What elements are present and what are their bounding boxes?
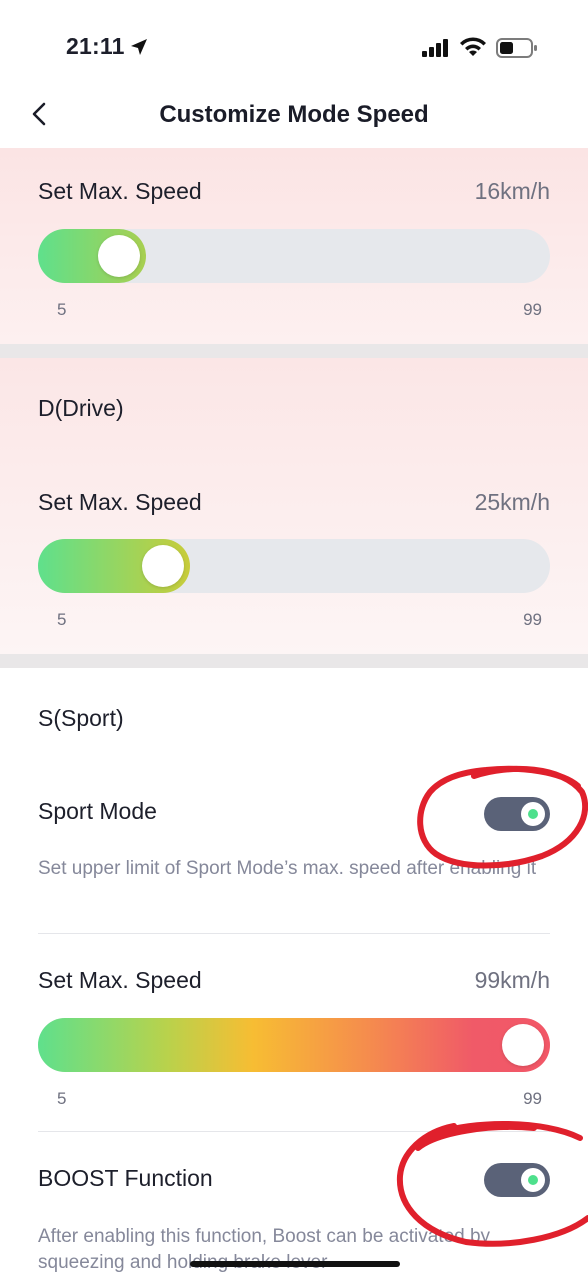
set-max-speed-label: Set Max. Speed (38, 178, 202, 204)
row-divider (38, 933, 550, 934)
slider-min-label: 5 (57, 610, 67, 629)
status-bar: 21:11 (0, 0, 588, 90)
cellular-signal-icon (422, 39, 448, 57)
section-divider (0, 654, 588, 668)
max-speed-value: 16km/h (474, 178, 550, 204)
drive-speed-slider[interactable] (38, 539, 550, 593)
row-divider (38, 1131, 550, 1132)
slider-min-label: 5 (57, 1089, 67, 1108)
page-title: Customize Mode Speed (159, 101, 429, 128)
slider-fill (38, 1018, 550, 1072)
location-arrow-icon (131, 39, 147, 55)
max-speed-section: Set Max. Speed 16km/h 5 99 (0, 148, 588, 344)
sport-title: S(Sport) (38, 705, 124, 731)
toggle-knob (521, 802, 545, 826)
drive-max-speed-value: 25km/h (474, 489, 550, 515)
sport-mode-label: Sport Mode (38, 798, 157, 824)
status-time: 21:11 (66, 33, 125, 59)
wifi-icon (460, 37, 486, 56)
sport-max-speed-value: 99km/h (474, 967, 550, 993)
battery-icon (496, 38, 537, 58)
slider-thumb[interactable] (502, 1024, 544, 1066)
sport-mode-toggle[interactable] (484, 797, 550, 831)
nav-bar: Customize Mode Speed (0, 90, 588, 148)
drive-max-speed-label: Set Max. Speed (38, 489, 202, 515)
section-divider (0, 344, 588, 358)
boost-function-label: BOOST Function (38, 1165, 213, 1191)
home-indicator (190, 1261, 400, 1267)
sport-speed-slider[interactable] (38, 1018, 550, 1072)
slider-thumb[interactable] (142, 545, 184, 587)
slider-max-label: 99 (523, 1089, 542, 1108)
sport-section: S(Sport) Sport Mode Set upper limit of S… (0, 668, 588, 1280)
toggle-knob (521, 1168, 545, 1192)
slider-min-label: 5 (57, 300, 67, 319)
slider-max-label: 99 (523, 300, 542, 319)
toggle-dot (528, 809, 538, 819)
boost-function-description: After enabling this function, Boost can … (38, 1226, 491, 1273)
drive-section: D(Drive) Set Max. Speed 25km/h 5 99 (0, 358, 588, 654)
boost-function-toggle[interactable] (484, 1163, 550, 1197)
sport-mode-description: Set upper limit of Sport Mode’s max. spe… (38, 858, 537, 879)
toggle-dot (528, 1175, 538, 1185)
max-speed-slider[interactable] (38, 229, 550, 283)
drive-title: D(Drive) (38, 395, 124, 421)
slider-max-label: 99 (523, 610, 542, 629)
sport-max-speed-label: Set Max. Speed (38, 967, 202, 993)
slider-thumb[interactable] (98, 235, 140, 277)
